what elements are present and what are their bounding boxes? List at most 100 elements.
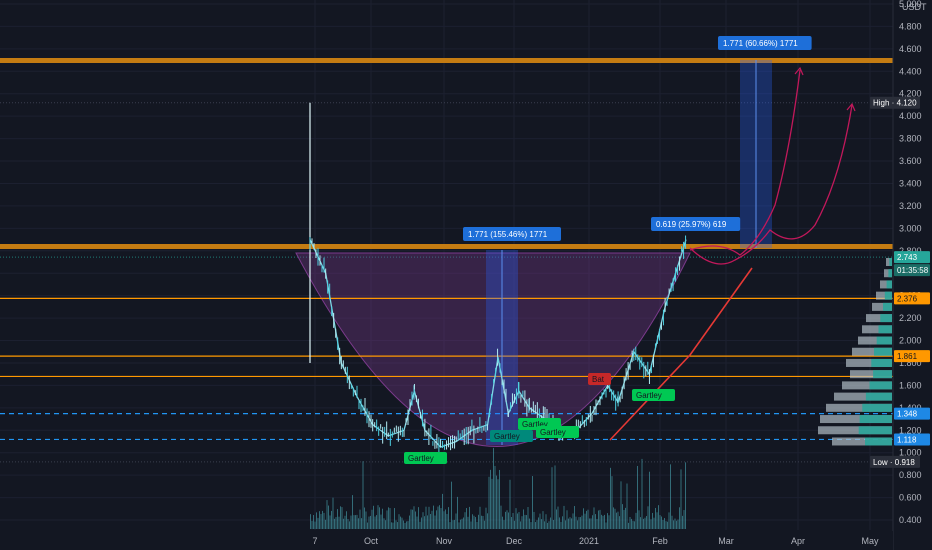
time-axis: 7 Oct Nov Dec 2021 Feb Mar Apr May xyxy=(0,531,893,550)
volume-bar xyxy=(662,520,664,529)
volume-bar xyxy=(371,509,373,529)
y-tick-label: 3.000 xyxy=(899,223,922,233)
volume-bar xyxy=(379,507,380,529)
volume-bar xyxy=(494,465,496,529)
profile-bar xyxy=(865,437,892,446)
volume-bar xyxy=(598,510,599,529)
measure-label: 1.771 (155.46%) 1771 xyxy=(468,230,548,239)
volume-bar xyxy=(629,516,631,529)
volume-bar xyxy=(587,509,589,529)
volume-bar xyxy=(418,507,419,529)
x-tick-label: Apr xyxy=(791,536,805,546)
volume-bar xyxy=(503,520,505,529)
volume-bar xyxy=(514,520,515,529)
volume-bar xyxy=(547,522,548,529)
volume-bar xyxy=(457,496,458,529)
volume-bar xyxy=(497,479,499,529)
volume-bar xyxy=(443,511,445,529)
volume-bar xyxy=(448,507,449,529)
volume-bar xyxy=(542,511,544,529)
volume-bar xyxy=(632,520,634,529)
volume-bar xyxy=(583,508,584,529)
volume-bar xyxy=(536,520,538,529)
volume-bar xyxy=(485,507,487,529)
volume-bar xyxy=(467,516,469,529)
volume-bar xyxy=(463,517,464,529)
volume-bar xyxy=(620,481,622,529)
volume-bar xyxy=(571,518,572,529)
volume-bar xyxy=(589,518,590,529)
volume-bar xyxy=(491,478,493,529)
volume-bar xyxy=(455,513,457,529)
profile-bar xyxy=(858,426,892,435)
volume-bar xyxy=(367,522,368,529)
volume-bar xyxy=(428,506,430,529)
volume-bar xyxy=(640,517,641,529)
volume-bar xyxy=(608,515,610,529)
volume-bar xyxy=(454,519,455,529)
volume-bar xyxy=(445,509,446,529)
volume-bar xyxy=(484,520,485,529)
y-tick-label: 0.400 xyxy=(899,515,922,525)
volume-bar xyxy=(548,521,550,529)
level-tag: 1.861 xyxy=(897,352,918,361)
volume-bar xyxy=(347,518,349,529)
volume-bar xyxy=(682,515,683,529)
volume-bar xyxy=(638,510,640,529)
volume-bar xyxy=(355,515,356,529)
volume-bar xyxy=(325,519,326,529)
volume-bar xyxy=(541,519,542,529)
level-tag: 1.118 xyxy=(897,435,917,444)
volume-bar xyxy=(320,514,322,529)
high-tag: High · 4.120 xyxy=(873,99,917,108)
profile-bar xyxy=(865,392,892,401)
volume-bar xyxy=(664,518,665,529)
profile-bar xyxy=(862,403,892,412)
volume-bar xyxy=(364,507,365,529)
volume-bar xyxy=(649,471,650,529)
price-chart[interactable]: GartleyGartleyGartleyGartleyBatGartley U… xyxy=(0,0,932,550)
volume-bar xyxy=(596,518,598,529)
volume-bar xyxy=(430,514,431,529)
volume-bar xyxy=(415,511,416,529)
volume-bar xyxy=(437,506,439,529)
volume-bar xyxy=(392,522,394,529)
volume-bar xyxy=(416,516,418,529)
volume-bar xyxy=(533,511,535,529)
y-tick-label: 0.600 xyxy=(899,493,922,503)
y-tick-label: 3.400 xyxy=(899,178,922,188)
level-tag: 1.348 xyxy=(897,410,918,419)
volume-bar xyxy=(625,507,626,529)
volume-bar xyxy=(676,520,677,529)
volume-bar xyxy=(560,521,562,529)
x-tick-label: Mar xyxy=(718,536,734,546)
volume-bar xyxy=(496,475,497,529)
y-tick-label: 4.400 xyxy=(899,66,922,76)
volume-bar xyxy=(338,516,340,529)
profile-bar xyxy=(878,325,892,334)
volume-bar xyxy=(566,510,568,529)
volume-bar xyxy=(431,510,433,529)
volume-bar xyxy=(578,517,580,529)
volume-bar xyxy=(604,514,605,529)
y-tick-label: 1.600 xyxy=(899,380,922,390)
volume-bar xyxy=(395,520,397,529)
y-tick-label: 2.000 xyxy=(899,336,922,346)
volume-bar xyxy=(319,511,320,529)
volume-bar xyxy=(619,516,620,529)
volume-bar xyxy=(554,465,556,529)
volume-bar xyxy=(466,508,467,529)
volume-bar xyxy=(527,507,529,529)
volume-bar xyxy=(577,520,578,529)
volume-bar xyxy=(469,506,470,529)
volume-bar xyxy=(613,507,614,529)
volume-bar xyxy=(479,506,481,529)
volume-bar xyxy=(683,510,685,529)
volume-bar xyxy=(383,518,385,529)
volume-bar xyxy=(350,515,352,529)
volume-bar xyxy=(539,513,541,529)
profile-bar xyxy=(884,291,892,300)
volume-bar xyxy=(451,481,452,529)
volume-bar xyxy=(344,515,346,529)
volume-bar xyxy=(557,506,559,529)
